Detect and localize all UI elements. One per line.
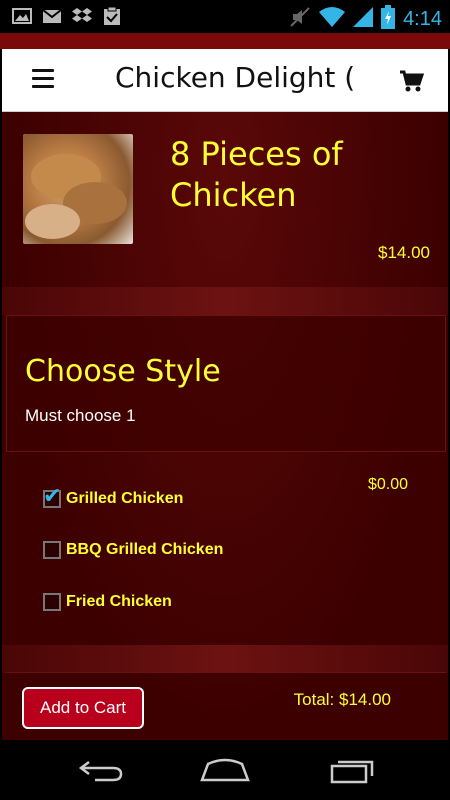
product-image xyxy=(23,134,133,244)
option-fried-chicken[interactable]: Fried Chicken xyxy=(43,593,172,611)
battery-icon xyxy=(381,5,396,33)
clipboard-check-icon xyxy=(102,6,122,26)
product-title: 8 Pieces of Chicken xyxy=(170,135,343,214)
style-section-header: Choose Style Must choose 1 xyxy=(6,315,446,452)
home-icon[interactable] xyxy=(200,758,250,782)
section-heading: Choose Style xyxy=(25,354,221,389)
wifi-icon xyxy=(319,6,346,32)
cart-icon[interactable] xyxy=(398,69,425,93)
add-to-cart-button[interactable]: Add to Cart xyxy=(22,687,144,729)
status-time: 4:14 xyxy=(403,7,442,30)
gmail-icon xyxy=(42,6,62,26)
option-label: Fried Chicken xyxy=(66,593,172,610)
cart-footer: Add to Cart Total: $14.00 xyxy=(6,672,446,740)
option-bbq-grilled-chicken[interactable]: BBQ Grilled Chicken xyxy=(43,541,223,559)
app-bar: Chicken Delight (N xyxy=(2,49,448,112)
option-grilled-chicken[interactable]: ✔ Grilled Chicken xyxy=(43,484,184,509)
option-price: $0.00 xyxy=(367,476,408,493)
recent-apps-icon[interactable] xyxy=(328,758,376,784)
section-divider xyxy=(2,287,448,315)
header-strip xyxy=(0,33,450,49)
checkbox[interactable]: ✔ xyxy=(43,484,61,509)
navigation-bar xyxy=(0,740,450,800)
checkbox[interactable] xyxy=(43,593,61,611)
mute-icon xyxy=(289,6,311,32)
checkbox[interactable] xyxy=(43,541,61,559)
requirement-text: Must choose 1 xyxy=(25,406,136,425)
option-label: Grilled Chicken xyxy=(66,490,184,507)
option-label: BBQ Grilled Chicken xyxy=(66,541,224,558)
image-icon xyxy=(12,6,32,26)
signal-icon xyxy=(353,6,374,32)
section-divider xyxy=(2,645,448,673)
total-price: Total: $14.00 xyxy=(293,690,391,709)
dropbox-icon xyxy=(72,6,92,26)
app-title: Chicken Delight (N xyxy=(115,61,358,94)
status-bar: 4:14 xyxy=(0,0,450,33)
product-price: $14.00 xyxy=(378,243,430,262)
checkmark-icon: ✔ xyxy=(43,484,62,509)
hamburger-menu-icon[interactable] xyxy=(32,69,54,89)
product-detail: 8 Pieces of Chicken $14.00 Choose Style … xyxy=(2,112,448,740)
back-icon[interactable] xyxy=(77,758,125,782)
